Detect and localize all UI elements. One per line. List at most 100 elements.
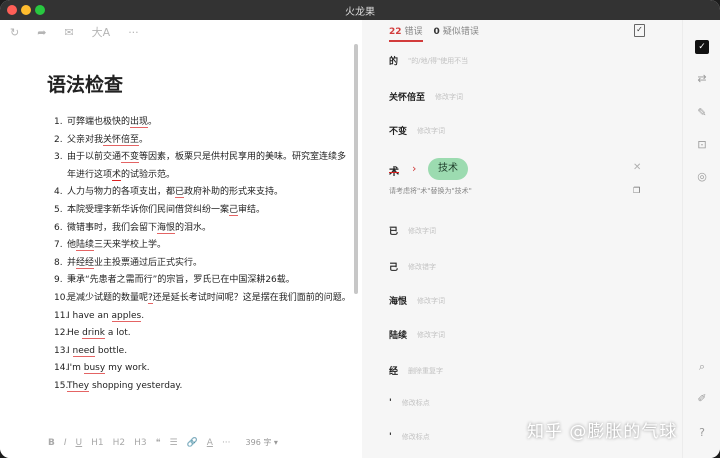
list-item[interactable]: 3. 由于以前交通不变等因素，板栗只是供村民享用的美味。研究室连续多年进行这项术的… <box>54 149 352 184</box>
list-item[interactable]: 6. 微错事时，我们会留下海恨的泪水。 <box>54 220 352 238</box>
issue-item[interactable]: 关怀倍至 修改字词 <box>389 90 464 104</box>
list-item[interactable]: 10. 是减少试题的数量呢?还是延长考试时间呢？这是摆在我们面前的问题。 <box>54 290 352 308</box>
list-item-number: 4. <box>54 187 63 198</box>
issue-hint: 修改错字 <box>408 262 437 271</box>
word-count-dropdown[interactable]: 396 字 ▾ <box>246 437 278 448</box>
quote-icon[interactable]: ❝ <box>156 438 161 448</box>
text-run: a lot. <box>105 328 131 339</box>
list-item[interactable]: 1. 可弊端也极快的出现。 <box>54 114 352 132</box>
error-mark[interactable]: They <box>67 380 90 392</box>
format-more-icon[interactable]: ··· <box>222 438 231 448</box>
share-icon[interactable]: ➦ <box>37 26 46 40</box>
suggestion-chip[interactable]: 技术 <box>428 158 468 180</box>
heading3-button[interactable]: H3 <box>134 438 147 448</box>
issue-item[interactable]: 己修改错字 <box>389 260 437 274</box>
document-body[interactable]: 1. 可弊端也极快的出现。 2. 父亲对我关怀倍至。 3. 由于以前交通不变等因素，板栗只… <box>54 114 352 396</box>
link-icon[interactable]: 🔗 <box>187 438 198 448</box>
issue-word: 的 <box>389 57 399 67</box>
issue-word: 关怀倍至 <box>389 93 426 103</box>
list-item[interactable]: 12. He drink a lot. <box>54 325 352 343</box>
error-mark[interactable]: busy <box>83 363 106 375</box>
suspect-label: 疑似错误 <box>442 27 479 37</box>
check-icon[interactable]: ✓ <box>695 40 709 54</box>
ignore-icon[interactable]: ✕ <box>633 162 641 173</box>
list-item[interactable]: 2. 父亲对我关怀倍至。 <box>54 132 352 150</box>
list-item[interactable]: 13. I need bottle. <box>54 343 352 361</box>
issue-hint: 修改字词 <box>435 92 464 101</box>
error-mark[interactable]: 海恨 <box>157 222 176 234</box>
issue-item[interactable]: ' 修改标点 <box>389 432 430 442</box>
editor-toolbar: ↻ ➦ ✉ 大A ··· <box>10 24 139 42</box>
document-title: 语法检查 <box>47 74 124 96</box>
list-icon[interactable]: ☰ <box>169 438 177 448</box>
issue-item[interactable]: 陆续 修改字词 <box>389 328 446 342</box>
copy-icon[interactable]: ❐ <box>633 186 640 195</box>
error-mark[interactable]: 经经 <box>76 257 95 269</box>
translate-icon[interactable]: ⇄ <box>695 72 709 86</box>
text-run: 由于以前交通 <box>67 152 122 163</box>
text-run: 。 <box>139 134 149 145</box>
bold-button[interactable]: B <box>48 438 55 448</box>
issue-item[interactable]: 经删除重复字 <box>389 364 443 378</box>
list-item-text: I have an apples. <box>67 308 352 326</box>
issue-word: 已 <box>389 227 399 237</box>
suggestion-hint: 请考虑将"术"替换为"技术" <box>389 187 472 195</box>
box-icon[interactable]: ⊡ <box>695 138 709 152</box>
text-run: 是减少试题的数量呢 <box>67 292 149 303</box>
format-bar: B I U H1 H2 H3 ❝ ☰ 🔗 A ··· 396 字 ▾ <box>48 437 278 448</box>
editor-pane: ↻ ➦ ✉ 大A ··· 语法检查 1. 可弊端也极快的出现。 2. 父亲对我关怀倍至… <box>0 20 362 458</box>
list-item[interactable]: 15. They shopping yesterday. <box>54 378 352 396</box>
issue-hint: 修改字词 <box>417 296 446 305</box>
tab-suspect-errors[interactable]: 0 疑似错误 <box>434 26 479 42</box>
list-item-number: 5. <box>54 204 63 215</box>
issue-hint: 修改字词 <box>417 330 446 339</box>
text-run: 父亲对我 <box>67 134 104 145</box>
list-item[interactable]: 7. 他陆续三天来学校上学。 <box>54 237 352 255</box>
help-icon[interactable]: ? <box>695 426 709 440</box>
list-item[interactable]: 11. I have an apples. <box>54 308 352 326</box>
error-mark[interactable]: drink <box>82 328 106 340</box>
check-document-icon[interactable]: ✓ <box>634 24 645 37</box>
error-mark[interactable]: 出现 <box>130 117 149 128</box>
issue-item[interactable]: 的 "的/地/得"使用不当 <box>389 54 468 68</box>
issue-hint: 修改标点 <box>401 433 430 441</box>
editor-scrollbar[interactable] <box>354 44 358 294</box>
heading1-button[interactable]: H1 <box>91 438 104 448</box>
list-item[interactable]: 14. I'm busy my work. <box>54 360 352 378</box>
issue-item[interactable]: 不变 修改字词 <box>389 124 445 138</box>
more-icon[interactable]: ··· <box>128 26 139 40</box>
underline-button[interactable]: U <box>76 438 83 448</box>
error-mark[interactable]: 己 <box>229 204 239 216</box>
error-mark[interactable]: 已 <box>175 187 185 199</box>
mail-icon[interactable]: ✉ <box>64 26 73 40</box>
tab-errors[interactable]: 22 错误 <box>389 26 423 42</box>
error-mark[interactable]: apples <box>111 310 142 322</box>
text-run: 微错事时，我们会留下 <box>67 222 158 233</box>
list-item[interactable]: 4. 人力与物力的各项支出，都已政府补助的形式来支持。 <box>54 184 352 202</box>
error-mark[interactable]: 术 <box>112 169 122 181</box>
selected-issue-word[interactable]: 术 <box>389 163 399 178</box>
issue-item[interactable]: 海恨 修改字词 <box>389 294 446 308</box>
list-item-text: 由于以前交通不变等因素，板栗只是供村民享用的美味。研究室连续多年进行这项术的试验… <box>67 149 352 184</box>
list-item-text: 他陆续三天来学校上学。 <box>67 237 352 255</box>
list-item[interactable]: 9. 秉承“先患者之需而行”的宗旨，罗氏已在中国深耕26载。 <box>54 272 352 290</box>
error-mark[interactable]: 不变 <box>121 152 140 164</box>
error-mark[interactable]: 关怀倍至 <box>103 134 140 146</box>
search-document-icon[interactable]: ⌕ <box>695 360 709 374</box>
heading2-button[interactable]: H2 <box>113 438 126 448</box>
font-size-icon[interactable]: 大A <box>92 26 111 40</box>
issue-item[interactable]: ' 修改标点 <box>389 398 430 408</box>
error-mark[interactable]: 陆续 <box>76 240 95 252</box>
issue-item[interactable]: 已修改字词 <box>389 224 436 238</box>
list-item[interactable]: 8. 并经经业主投票通过后正式实行。 <box>54 255 352 273</box>
compass-icon[interactable]: ◎ <box>695 170 709 184</box>
list-item[interactable]: 5. 本院受理李新华诉你们民间借贷纠纷一案己审结。 <box>54 202 352 220</box>
rewrite-icon[interactable]: ✎ <box>695 106 709 120</box>
clear-format-button[interactable]: A <box>207 438 213 448</box>
refresh-icon[interactable]: ↻ <box>10 26 19 40</box>
italic-button[interactable]: I <box>64 438 67 448</box>
error-mark[interactable]: need <box>72 345 96 357</box>
issue-word: 不变 <box>389 127 408 137</box>
text-run: 的试验示范。 <box>121 169 176 180</box>
edit-document-icon[interactable]: ✐ <box>695 392 709 406</box>
